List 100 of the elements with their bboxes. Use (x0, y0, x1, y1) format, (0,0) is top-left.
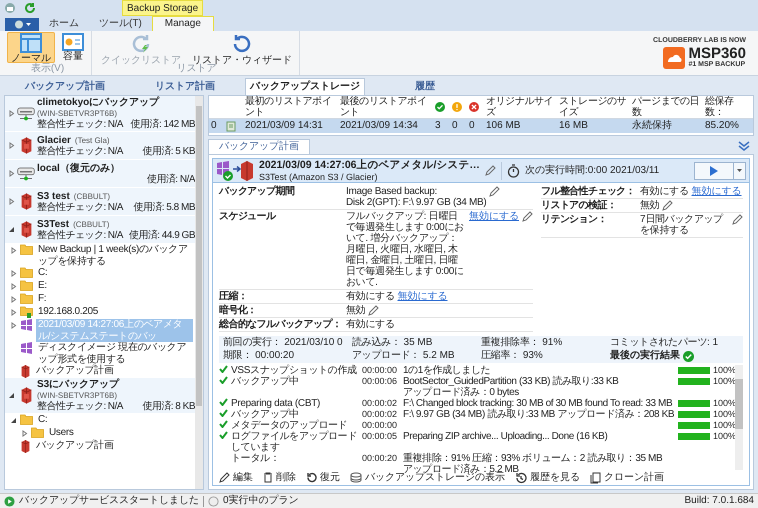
stat-value: 5.2 MB (422, 350, 455, 362)
stat-label: 前回の実行： (223, 337, 282, 349)
ribbon-button[interactable]: 容量 (58, 32, 88, 63)
scroll-thumb[interactable] (735, 379, 743, 429)
step-name: バックアップ中 (231, 376, 300, 387)
stat-value: 93% (522, 350, 543, 362)
play-icon (710, 166, 718, 176)
ribbon-button[interactable]: リストア・ウィザード (188, 32, 296, 63)
account-card[interactable]: Glacier (Test Gla) 整合性チェック: N/A 使用済: 5 KB (5, 132, 195, 160)
tree-item[interactable]: F: (36, 293, 193, 304)
tree-item[interactable]: ディスクイメージ 現在のバックアップ形式を使用する (36, 342, 193, 365)
stat-label: 期限： (223, 350, 252, 362)
step-message: BootSector_GuidedPartition (33 KB) 読み取り:33 KB (403, 376, 620, 387)
account-card[interactable]: climetokyoにバックアップ (WIN-SBETVR3PT6B) 整合性チェック: N/A 使用済: 142 MB (5, 96, 195, 132)
used-space: 使用済: 5.8 MB (133, 202, 195, 212)
tree-item[interactable]: バックアップ計画 (34, 365, 193, 376)
account-host: (CBBULT) (73, 218, 110, 230)
table-cell-text: 2021/03/09 14:34 (340, 120, 419, 132)
ribbon-tab[interactable]: ツール(T) (89, 16, 152, 31)
field-label: リテンション： (541, 214, 608, 225)
disable-link[interactable]: 無効にする (692, 186, 742, 197)
tree-item[interactable]: E: (36, 280, 193, 292)
step-time: 00:00:00 (362, 420, 398, 431)
table-cell-text: 106 MB (486, 120, 522, 132)
pencil-icon (484, 165, 496, 176)
field-label: 総合的なフルバックアップ： (219, 319, 342, 330)
scrollbar[interactable] (195, 96, 203, 489)
step-percent: 100% (713, 420, 735, 431)
account-card[interactable]: S3Test (CBBULT) 整合性チェック: N/A 使用済: 44.9 GB (5, 216, 195, 244)
stat-value: 00:00:20 (255, 350, 294, 362)
group-label: リストア (176, 63, 216, 76)
step-percent: 100% (713, 365, 735, 376)
used-space: 使用済: 142 MB (130, 119, 195, 130)
column-header[interactable]: 総保存数： (705, 96, 751, 118)
tree-item[interactable]: C: (36, 267, 193, 278)
field-value: 有効にする (640, 186, 689, 197)
dropdown-button[interactable] (734, 162, 746, 180)
main-tab[interactable]: バックアップ計画 (5, 78, 125, 95)
field-label: リストアの検証： (541, 200, 618, 211)
step-time: 00:00:02 (362, 398, 398, 409)
step-time: 00:00:20 (362, 453, 398, 464)
ribbon-tab[interactable]: ホーム (39, 16, 89, 31)
tree-item[interactable]: バックアップ計画 (34, 440, 193, 452)
detail-tab[interactable]: バックアップ計画 (208, 139, 310, 154)
tree-item[interactable]: New Backup | 1 week(s)のバックアップを保持する (36, 244, 193, 267)
success-icon (435, 102, 445, 112)
main-tab[interactable]: バックアップストレージ (245, 78, 365, 95)
folder-icon (20, 280, 33, 291)
history-button[interactable]: 履歴を見る (515, 472, 580, 484)
account-name: S3にバックアップ (37, 379, 120, 390)
account-card[interactable]: local（復元のみ） 使用済: N/A (5, 160, 195, 188)
table-cell-text: 0 (452, 120, 459, 132)
tiles-icon (20, 319, 33, 331)
stat-label: 重複排除率： (481, 337, 540, 349)
stopwatch-icon (506, 164, 520, 178)
column-header[interactable]: パージまでの日数 (632, 96, 702, 118)
undo-icon (306, 472, 317, 483)
step-percent: 100% (713, 431, 735, 442)
field-value: 7日間バックアップを保持する (640, 214, 724, 236)
tree-item[interactable]: Users (47, 427, 193, 438)
column-header[interactable]: 最後のリストアポイント (340, 96, 432, 118)
step-message: 重複排除：91% 圧縮：93% ボリューム：2 読み取り：35 MB (403, 453, 664, 464)
step-time: 00:00:02 (362, 409, 398, 420)
scroll-thumb[interactable] (196, 106, 202, 406)
stat-label: アップロード： (352, 350, 420, 362)
main-tab[interactable]: 履歴 (365, 78, 485, 95)
tree-item[interactable]: 192.168.0.205 (36, 306, 193, 318)
step-message: アップロード済み：0 bytes (403, 387, 520, 398)
delete-button[interactable]: 削除 (263, 472, 296, 484)
account-host: (WIN-SBETVR3PT6B) (37, 390, 118, 400)
ribbon-button[interactable]: ノーマル (7, 32, 55, 63)
service-status: バックアップサービススタートしました (19, 495, 199, 507)
column-header[interactable]: オリジナルサイズ (486, 96, 556, 118)
field-value: 無効 (346, 305, 366, 316)
ribbon-tab[interactable]: Manage (152, 16, 214, 31)
table-row[interactable]: 0 2021/03/09 14:31 2021/03/09 14:34 3 0 0 106 MB 16 MB 永続保持 85.20% (209, 119, 753, 133)
tiles-icon (20, 342, 33, 354)
pencil-icon (219, 472, 230, 483)
account-card[interactable]: S3にバックアップ (WIN-SBETVR3PT6B) 整合性チェック: N/A 使用済: 8 KB (5, 378, 195, 414)
account-host: (WIN-SBETVR3PT6B) (37, 108, 118, 118)
account-card[interactable]: S3 test (CBBULT) 整合性チェック: N/A 使用済: 5.8 MB (5, 188, 195, 216)
stat-label: 圧縮率： (481, 350, 520, 362)
check-label: 整合性チェック: (37, 401, 106, 412)
clone-button[interactable]: クローン計画 (590, 472, 664, 484)
step-percent: 100% (713, 398, 735, 409)
main-tab[interactable]: リストア計画 (125, 78, 245, 95)
disable-link[interactable]: 無効にする (469, 211, 519, 222)
disable-link[interactable]: 無効にする (398, 291, 448, 302)
check-value: N/A (108, 230, 123, 240)
app-menu-button[interactable] (5, 18, 39, 31)
column-header[interactable]: ストレージのサイズ (559, 96, 629, 118)
error-icon (469, 102, 479, 112)
play-button[interactable] (694, 162, 734, 180)
scrollbar[interactable] (735, 365, 743, 470)
step-time: 00:00:00 (362, 365, 398, 376)
restore-button[interactable]: 復元 (306, 472, 340, 484)
drive-icon (17, 106, 35, 120)
tree-item[interactable]: C: (36, 414, 193, 426)
column-header[interactable]: 最初のリストアポイント (245, 96, 337, 118)
edit-button[interactable]: 編集 (219, 472, 253, 484)
